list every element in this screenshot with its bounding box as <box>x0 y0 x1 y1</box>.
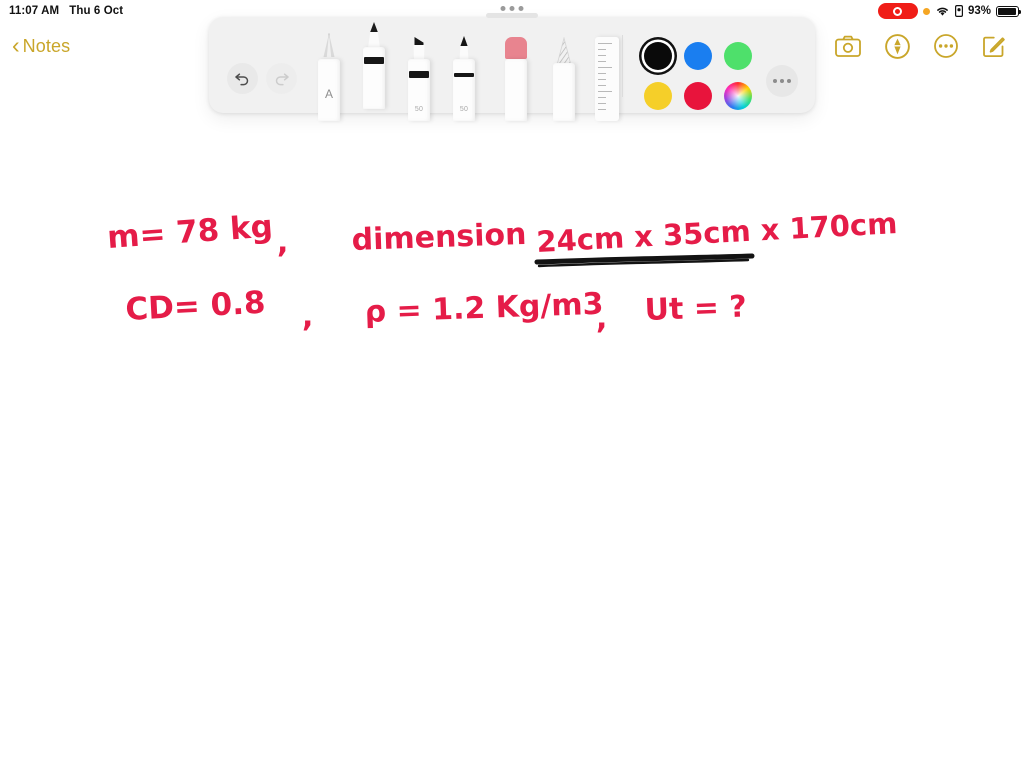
microphone-in-use-dot-icon <box>922 7 930 15</box>
pencil-body <box>553 63 575 121</box>
record-icon <box>893 6 903 16</box>
ruler-tick <box>598 85 606 86</box>
ink-mass: m= 78 kg <box>106 209 274 256</box>
grip-dot <box>500 6 506 11</box>
color-swatch-red[interactable] <box>679 77 717 115</box>
highlighter-color-band <box>454 73 474 77</box>
more-dot <box>780 79 784 83</box>
wifi-icon <box>935 5 950 17</box>
note-canvas[interactable]: m= 78 kg , dimension 24cm x 35cm x 170cm… <box>0 70 1024 768</box>
swatch-fill <box>684 82 712 110</box>
undo-arrow-icon <box>235 73 249 86</box>
highlighter-size-badge: 50 <box>459 106 469 113</box>
ink-line-2: CD= 0.8 , ρ = 1.2 Kg/m3 , Ut = ? <box>125 285 748 336</box>
battery-percentage: 93% <box>967 5 991 17</box>
status-bar-left: 11:07 AM Thu 6 Oct <box>0 5 123 17</box>
handwriting-layer: m= 78 kg , dimension 24cm x 35cm x 170cm… <box>106 206 899 336</box>
chevron-left-icon: ‹ <box>12 31 20 58</box>
ink-unknown-velocity: Ut = ? <box>644 289 747 328</box>
rotation-lock-icon <box>954 5 963 17</box>
ruler-tick <box>598 91 612 92</box>
redo-arrow-icon <box>275 73 289 86</box>
ink-dimension-label: dimension <box>351 217 527 258</box>
color-swatch-yellow[interactable] <box>639 77 677 115</box>
grip-dot <box>509 6 515 11</box>
markup-icon[interactable] <box>885 33 910 59</box>
ruler-tick <box>598 73 606 74</box>
navigation-bar: ‹ Notes <box>0 22 1024 70</box>
back-button-label: Notes <box>22 35 71 56</box>
notes-app-window: 11:07 AM Thu 6 Oct 93% ‹ Notes A 50 50 m… <box>0 0 1024 768</box>
compose-icon[interactable] <box>982 34 1006 58</box>
ink-comma-2: , <box>302 299 313 334</box>
status-bar-right: 93% <box>877 3 1024 19</box>
drag-handle[interactable] <box>500 6 524 11</box>
ink-dimensions-value: 24cm x 35cm x 170cm <box>536 206 899 259</box>
screen-record-pill <box>877 3 918 19</box>
ink-comma-3: , <box>596 301 607 336</box>
navigation-actions <box>835 33 1024 59</box>
battery-fill <box>998 7 1016 15</box>
more-icon[interactable] <box>934 34 958 58</box>
ruler-tick <box>598 79 606 80</box>
ink-density: ρ = 1.2 Kg/m3 <box>364 287 604 330</box>
ruler-tick <box>598 97 606 98</box>
grip-dot <box>518 6 524 11</box>
more-dot <box>773 79 777 83</box>
status-time: 11:07 AM <box>9 5 60 17</box>
marker-color-band <box>409 71 429 78</box>
ink-drag-coefficient: CD= 0.8 <box>125 285 267 328</box>
camera-icon[interactable] <box>835 35 861 57</box>
swatch-fill <box>724 82 752 110</box>
swatch-fill <box>644 82 672 110</box>
ink-comma-1: , <box>277 225 288 260</box>
back-to-notes-button[interactable]: ‹ Notes <box>0 31 71 58</box>
ruler-tick <box>598 103 606 104</box>
ruler-tick <box>598 109 606 110</box>
marker-size-badge: 50 <box>414 106 424 113</box>
more-dot <box>787 79 791 83</box>
color-swatch-color-picker[interactable] <box>719 77 757 115</box>
battery-icon <box>996 5 1022 17</box>
fountain-pen-badge: A <box>324 87 333 101</box>
ink-line-1: m= 78 kg , dimension 24cm x 35cm x 170cm <box>106 206 899 268</box>
status-date: Thu 6 Oct <box>69 5 124 17</box>
